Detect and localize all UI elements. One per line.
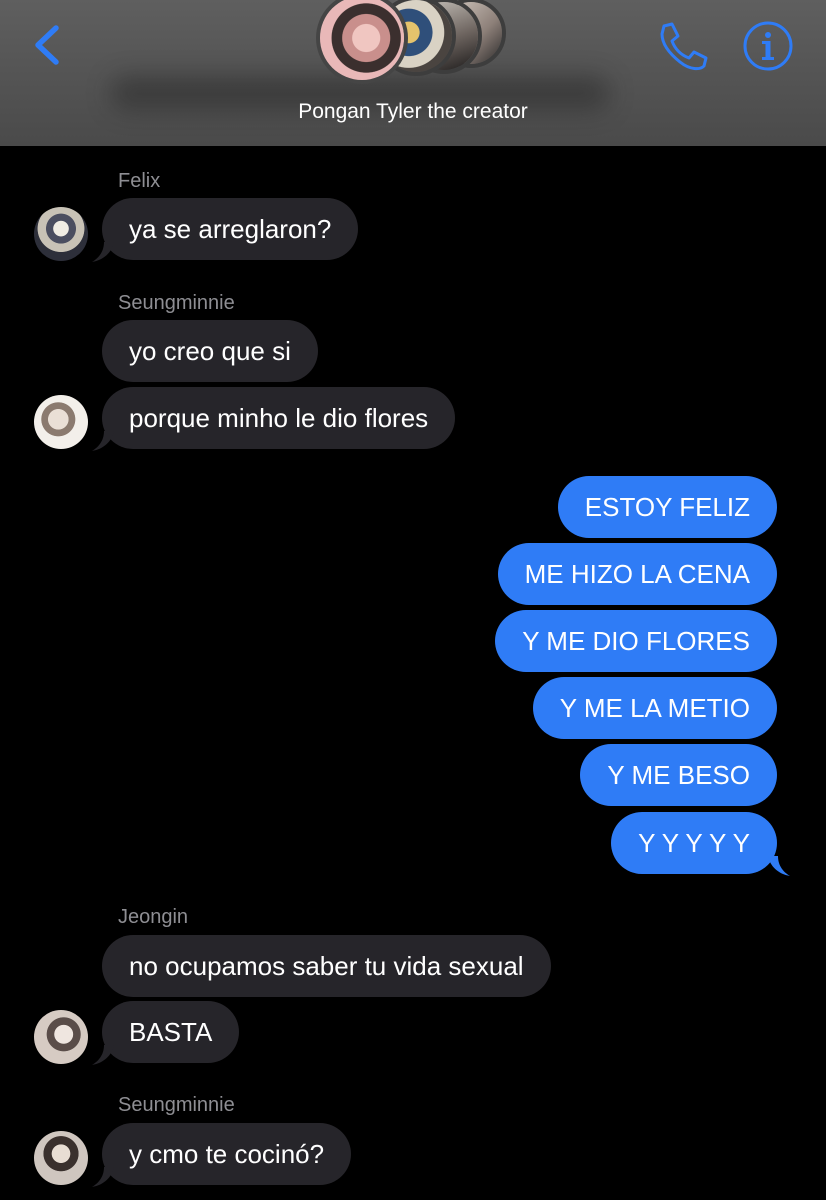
outgoing-message: Y ME DIO FLORES <box>495 610 777 672</box>
sender-name: Jeongin <box>118 906 189 928</box>
bubble-tail <box>768 856 790 876</box>
avatar[interactable] <box>34 1010 88 1064</box>
sender-name: Felix <box>118 170 161 192</box>
outgoing-message: ME HIZO LA CENA <box>497 543 777 605</box>
incoming-message: y cmo te cocinó? <box>102 1123 352 1185</box>
incoming-message: porque minho le dio flores <box>102 387 456 449</box>
outgoing-message: Y Y Y Y Y <box>611 812 777 874</box>
group-avatar-1 <box>320 0 404 80</box>
incoming-message: BASTA <box>102 1001 240 1063</box>
incoming-message: ya se arreglaron? <box>102 198 359 260</box>
incoming-message: no ocupamos saber tu vida sexual <box>102 935 551 997</box>
chevron-left-icon[interactable] <box>28 22 68 68</box>
sender-name: Seungminnie <box>118 292 235 314</box>
info-icon[interactable] <box>742 20 794 72</box>
outgoing-message: Y ME LA METIO <box>532 677 777 739</box>
avatar[interactable] <box>34 1131 88 1185</box>
group-avatars[interactable] <box>316 0 516 86</box>
sender-name: Seungminnie <box>118 1094 235 1116</box>
bubble-tail <box>92 431 114 451</box>
group-title[interactable]: Pongan Tyler the creator <box>0 100 826 124</box>
avatar[interactable] <box>34 207 88 261</box>
bubble-tail <box>92 1045 114 1065</box>
bubble-tail <box>92 242 114 262</box>
avatar[interactable] <box>34 395 88 449</box>
chat-header: Pongan Tyler the creator <box>0 0 826 146</box>
outgoing-message: ESTOY FELIZ <box>557 476 777 538</box>
incoming-message: yo creo que si <box>102 320 318 382</box>
phone-icon[interactable] <box>656 20 710 72</box>
bubble-tail <box>92 1167 114 1187</box>
outgoing-message: Y ME BESO <box>580 744 777 806</box>
